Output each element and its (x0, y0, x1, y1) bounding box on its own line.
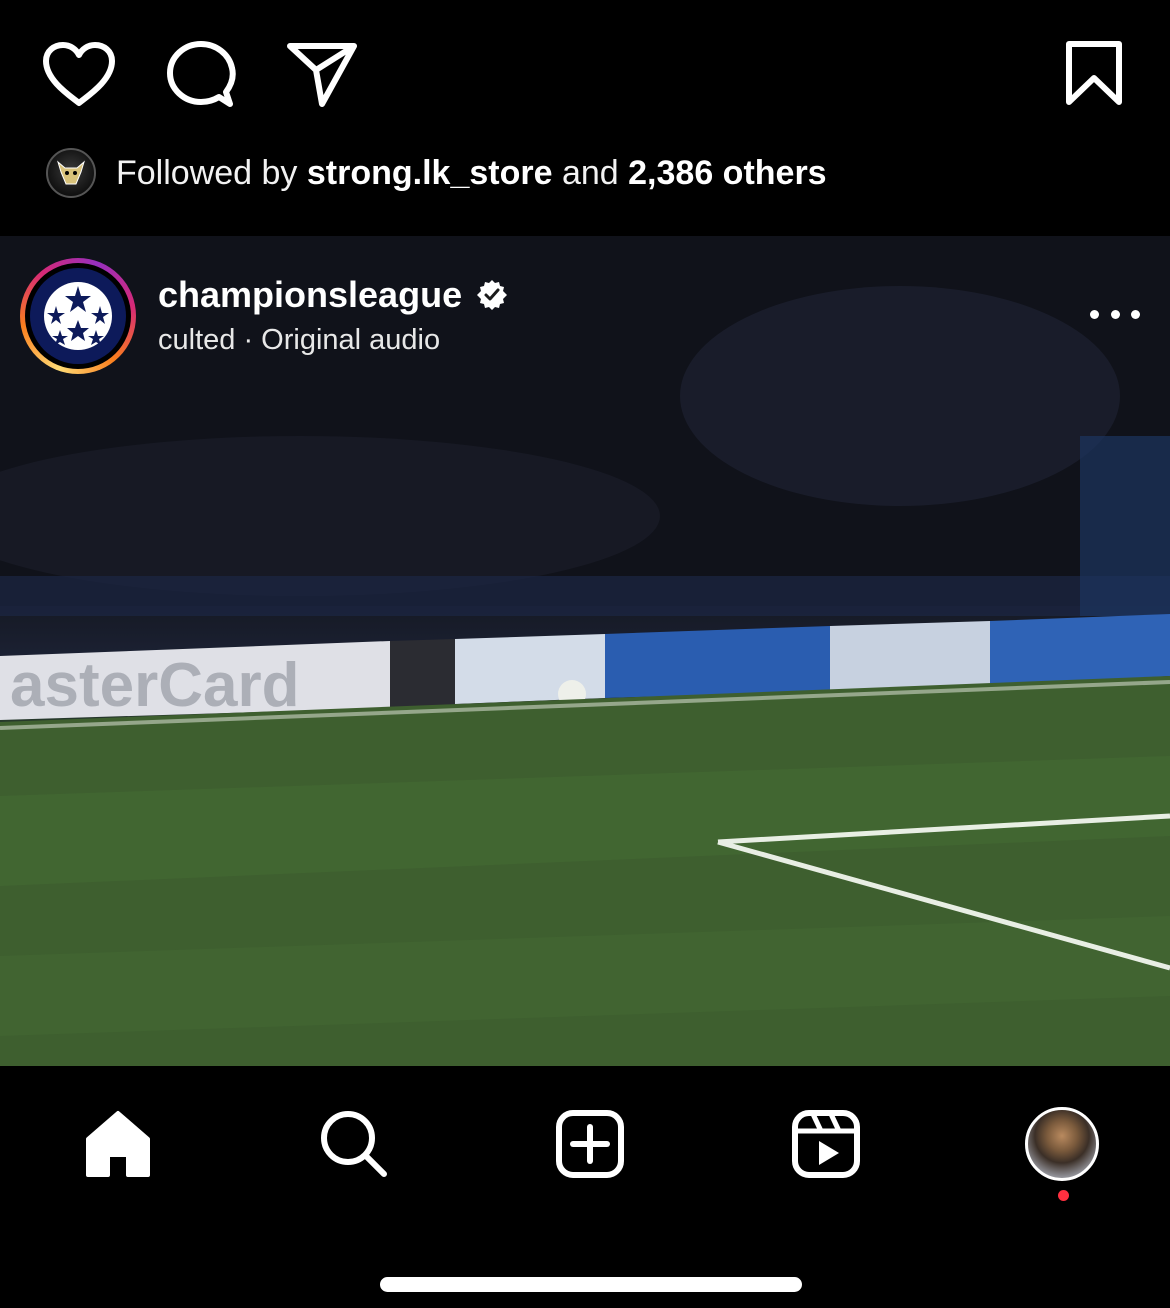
profile-notification-dot (1058, 1190, 1069, 1201)
follower-avatar[interactable] (46, 148, 96, 198)
more-options-button[interactable] (1090, 300, 1140, 328)
followed-by-text: Followed by strong.lk_store and 2,386 ot… (116, 154, 827, 193)
nav-home[interactable] (78, 1104, 158, 1184)
like-button[interactable] (40, 38, 118, 110)
reels-icon (792, 1110, 860, 1178)
author-username[interactable]: championsleague (158, 274, 462, 316)
bull-logo-icon (57, 160, 85, 185)
nav-reels[interactable] (786, 1104, 866, 1184)
comment-icon (167, 41, 236, 107)
more-dot (1110, 309, 1120, 319)
nav-profile[interactable] (1022, 1104, 1102, 1184)
story-ring[interactable] (20, 258, 136, 374)
home-icon (86, 1111, 150, 1177)
followed-by-row[interactable]: Followed by strong.lk_store and 2,386 ot… (46, 148, 827, 198)
more-horizontal-icon (1090, 309, 1099, 319)
bottom-nav (0, 1066, 1170, 1308)
audio-attribution[interactable]: culted · Original audio (158, 324, 440, 357)
comment-button[interactable] (164, 38, 238, 110)
search-icon (321, 1111, 387, 1177)
home-indicator[interactable] (380, 1277, 802, 1292)
champions-league-starball-icon (44, 282, 112, 350)
author-avatar[interactable] (30, 268, 126, 364)
followed-prefix: Followed by (116, 153, 298, 192)
share-icon (287, 43, 357, 107)
svg-text:asterCard: asterCard (10, 651, 299, 720)
verified-badge-icon (477, 280, 508, 310)
heart-icon (43, 42, 115, 106)
post-action-bar (0, 0, 1170, 140)
username-line: championsleague (158, 274, 508, 316)
save-button[interactable] (1058, 36, 1130, 110)
share-button[interactable] (284, 38, 360, 110)
bookmark-icon (1066, 41, 1122, 105)
nav-create[interactable] (550, 1104, 630, 1184)
others-count[interactable]: 2,386 others (628, 154, 826, 192)
create-icon (556, 1110, 624, 1178)
follower-username[interactable]: strong.lk_store (307, 154, 553, 192)
nav-search[interactable] (314, 1104, 394, 1184)
post-header: championsleague culted · Original audio (20, 258, 1150, 376)
more-dot (1131, 309, 1140, 319)
profile-avatar (1025, 1107, 1099, 1181)
followed-conjunction: and (561, 153, 619, 192)
